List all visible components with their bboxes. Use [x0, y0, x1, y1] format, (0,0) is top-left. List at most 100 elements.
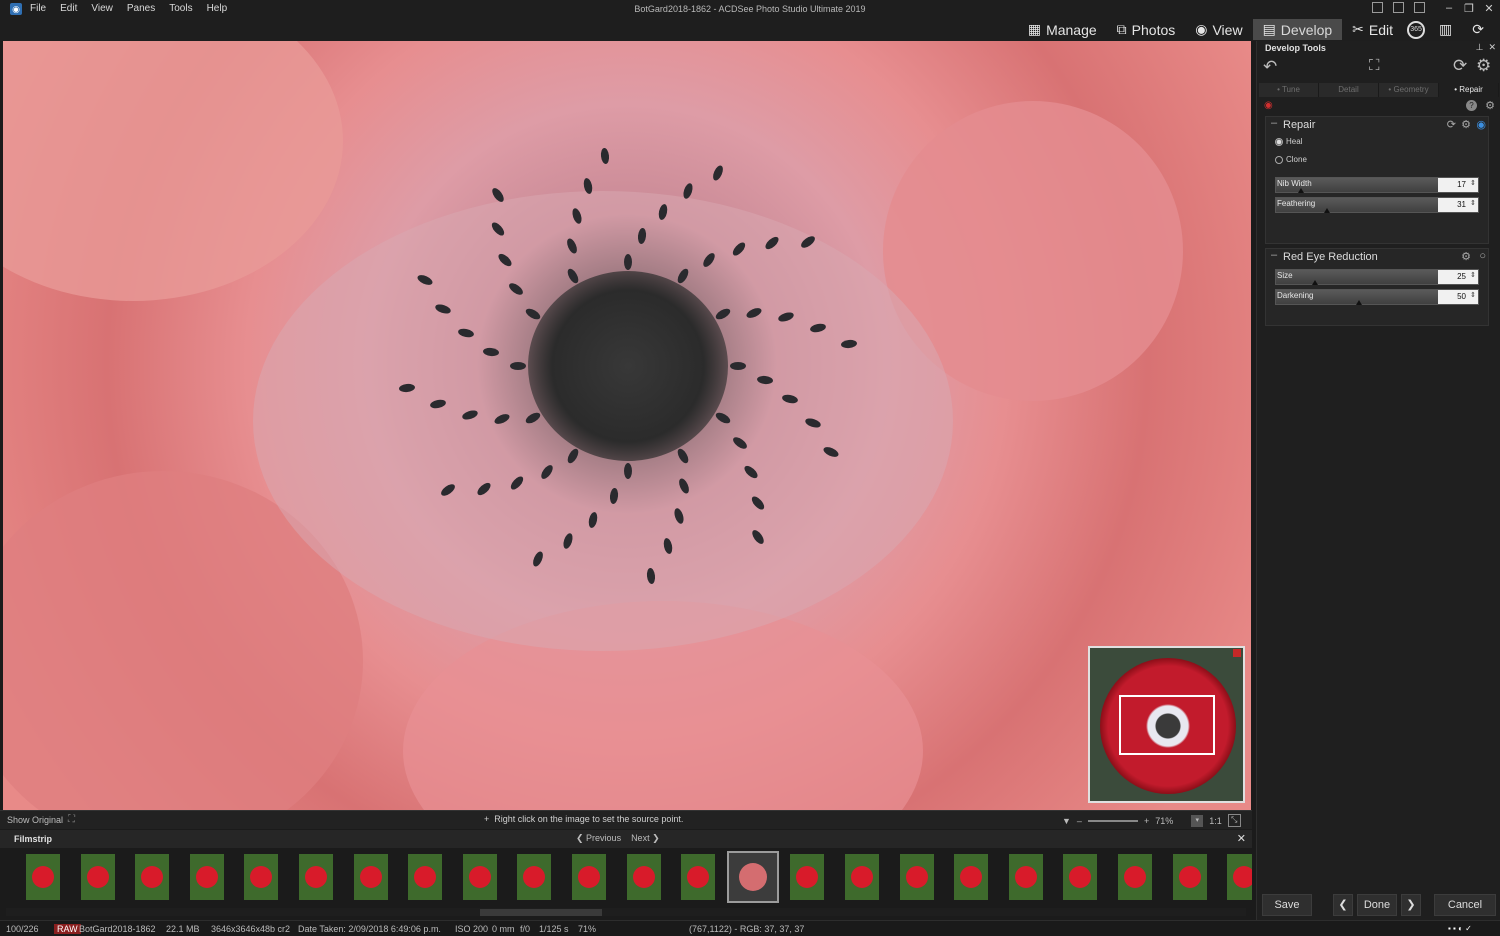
- red-eye-header[interactable]: – Red Eye Reduction ⚙ ○: [1266, 249, 1488, 265]
- stamen: [600, 148, 610, 165]
- thumbnail[interactable]: [1173, 854, 1207, 900]
- layout-bottom-icon[interactable]: [1393, 2, 1404, 13]
- navigator-close-icon[interactable]: [1233, 649, 1241, 657]
- darkening-slider[interactable]: Darkening 50 ⇕: [1275, 289, 1479, 305]
- tab-tune[interactable]: • Tune: [1259, 83, 1319, 97]
- thumbnail[interactable]: [627, 854, 661, 900]
- collapse-icon[interactable]: –: [1271, 249, 1277, 261]
- tab-repair[interactable]: • Repair: [1439, 83, 1499, 97]
- mode-develop[interactable]: ▤ Develop: [1253, 19, 1343, 40]
- gear-icon[interactable]: ⚙: [1485, 99, 1495, 112]
- zoom-in-icon[interactable]: +: [1144, 816, 1149, 826]
- show-original-button[interactable]: Show Original: [7, 815, 63, 825]
- thumbnail[interactable]: [954, 854, 988, 900]
- status-bar: 100/226 RAW BotGard2018-1862 22.1 MB 364…: [0, 920, 1500, 936]
- previous-button[interactable]: ❮ Previous: [576, 833, 621, 844]
- 365-icon[interactable]: 365: [1407, 21, 1425, 39]
- thumbnail[interactable]: [244, 854, 278, 900]
- mode-view[interactable]: ◉ View: [1185, 19, 1252, 40]
- save-button[interactable]: Save: [1262, 894, 1312, 916]
- viewport-rectangle[interactable]: [1119, 695, 1215, 755]
- close-icon[interactable]: ✕: [1482, 2, 1496, 15]
- thumbnail[interactable]: [299, 854, 333, 900]
- feathering-label: Feathering: [1277, 199, 1315, 208]
- fit-icon[interactable]: ⤡: [1228, 814, 1241, 827]
- cancel-button[interactable]: Cancel: [1434, 894, 1496, 916]
- layout-right-icon[interactable]: [1414, 2, 1425, 13]
- thumbnail[interactable]: [1063, 854, 1097, 900]
- one-to-one-button[interactable]: 1:1: [1209, 816, 1222, 826]
- thumbnail[interactable]: [681, 854, 715, 900]
- group-settings-icon[interactable]: ⚙: [1461, 118, 1471, 131]
- spinner-icon[interactable]: ⇕: [1470, 179, 1476, 187]
- zoom-slider[interactable]: [1088, 820, 1138, 822]
- repair-header[interactable]: – Repair ⟳ ⚙ ◉: [1266, 117, 1488, 133]
- slider-knob[interactable]: [1298, 188, 1304, 193]
- minimize-icon[interactable]: –: [1442, 2, 1456, 15]
- feathering-slider[interactable]: Feathering 31 ⇕: [1275, 197, 1479, 213]
- restore-icon[interactable]: ❐: [1462, 2, 1476, 15]
- filmstrip: [0, 848, 1252, 906]
- thumbnail[interactable]: [354, 854, 388, 900]
- thumbnail[interactable]: [26, 854, 60, 900]
- zoom-dropdown-icon[interactable]: ▼: [1062, 816, 1071, 826]
- pin-close-icons[interactable]: ⊥ ✕: [1476, 42, 1496, 53]
- mode-manage[interactable]: ▦ Manage: [1018, 19, 1107, 40]
- next-image-button[interactable]: ❯: [1401, 894, 1421, 916]
- settings-icon[interactable]: ⚙: [1476, 56, 1491, 76]
- reset-group-icon[interactable]: ⟳: [1447, 118, 1456, 131]
- fullscreen-icon[interactable]: ⛶: [68, 814, 75, 825]
- mode-manage-label: Manage: [1046, 22, 1097, 38]
- mode-edit[interactable]: ✂ Edit: [1342, 19, 1403, 40]
- thumbnail[interactable]: [1009, 854, 1043, 900]
- thumbnail[interactable]: [517, 854, 551, 900]
- auto-fix-icon[interactable]: ⛶: [1369, 57, 1380, 74]
- mode-photos[interactable]: ⧉ Photos: [1107, 19, 1186, 40]
- tab-geometry[interactable]: • Geometry: [1379, 83, 1439, 97]
- thumbnail[interactable]: [572, 854, 606, 900]
- collapse-icon[interactable]: –: [1271, 117, 1277, 129]
- red-eye-icon[interactable]: ◉: [1264, 100, 1273, 111]
- heal-radio[interactable]: Heal: [1275, 137, 1302, 146]
- refresh-eye-button[interactable]: ⟳: [1462, 19, 1494, 40]
- slider-knob[interactable]: [1312, 280, 1318, 285]
- thumbnail[interactable]: [81, 854, 115, 900]
- nib-width-slider[interactable]: Nib Width 17 ⇕: [1275, 177, 1479, 193]
- scrollbar-thumb[interactable]: [480, 909, 602, 916]
- thumbnail[interactable]: [135, 854, 169, 900]
- thumbnail[interactable]: [1118, 854, 1152, 900]
- group-settings-icon[interactable]: ⚙: [1461, 250, 1471, 263]
- slider-knob[interactable]: [1324, 208, 1330, 213]
- thumbnail[interactable]: [845, 854, 879, 900]
- thumbnail[interactable]: [1227, 854, 1252, 900]
- enable-toggle-icon[interactable]: ◉: [1476, 118, 1486, 131]
- zoom-menu-icon[interactable]: ▾: [1191, 815, 1203, 827]
- slider-knob[interactable]: [1356, 300, 1362, 305]
- thumbnail[interactable]: [190, 854, 224, 900]
- filmstrip-scrollbar[interactable]: [6, 908, 1246, 916]
- zoom-out-icon[interactable]: –: [1077, 816, 1082, 826]
- undo-icon[interactable]: ↶: [1263, 57, 1277, 77]
- spinner-icon[interactable]: ⇕: [1470, 199, 1476, 207]
- reset-icon[interactable]: ⟳: [1453, 56, 1467, 76]
- thumbnail[interactable]: [790, 854, 824, 900]
- layout-left-icon[interactable]: [1372, 2, 1383, 13]
- thumbnail[interactable]: [463, 854, 497, 900]
- image-viewer[interactable]: [3, 41, 1251, 810]
- filmstrip-close-icon[interactable]: ✕: [1237, 832, 1246, 845]
- size-slider[interactable]: Size 25 ⇕: [1275, 269, 1479, 285]
- clone-radio[interactable]: Clone: [1275, 155, 1307, 164]
- help-icon[interactable]: ?: [1466, 100, 1477, 111]
- spinner-icon[interactable]: ⇕: [1470, 271, 1476, 279]
- thumbnail[interactable]: [408, 854, 442, 900]
- navigator-preview[interactable]: [1088, 646, 1245, 803]
- thumbnail-selected[interactable]: [727, 851, 779, 903]
- thumbnail[interactable]: [900, 854, 934, 900]
- enable-toggle-icon[interactable]: ○: [1479, 250, 1486, 262]
- dashboard-button[interactable]: ▥: [1429, 19, 1462, 40]
- prev-image-button[interactable]: ❮: [1333, 894, 1353, 916]
- spinner-icon[interactable]: ⇕: [1470, 291, 1476, 299]
- done-button[interactable]: Done: [1357, 894, 1397, 916]
- tab-detail[interactable]: Detail: [1319, 83, 1379, 97]
- next-button[interactable]: Next ❯: [631, 833, 660, 844]
